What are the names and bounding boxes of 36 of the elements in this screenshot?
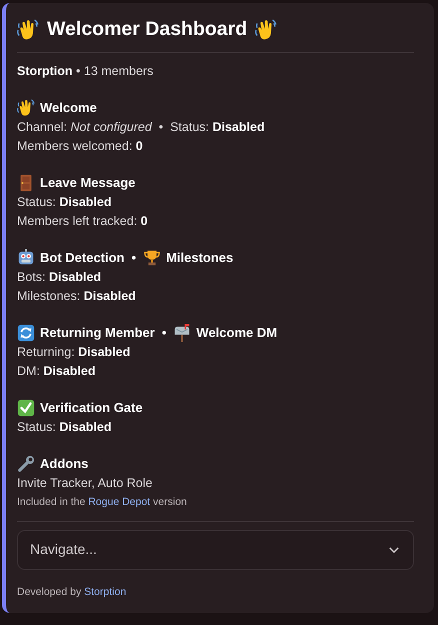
section-heading: Welcome DM [196, 324, 278, 342]
navigate-select[interactable]: Navigate... [17, 530, 414, 570]
separator-dot: • [162, 324, 166, 342]
robot-icon [17, 249, 35, 267]
section-heading: Verification Gate [40, 399, 143, 418]
trophy-icon [143, 249, 162, 267]
info-line: Bots: Disabled [17, 269, 102, 286]
waving-hand-icon [17, 18, 39, 41]
section-heading: Welcome [40, 99, 97, 118]
info-line: Channel: Not configured • Status: Disabled [17, 119, 266, 136]
refresh-icon [17, 324, 35, 342]
section-heading: Milestones [166, 249, 234, 268]
info-line: Members left tracked: 0 [17, 213, 149, 230]
section-heading: Leave Message [40, 174, 136, 192]
waving-hand-icon [255, 18, 278, 41]
section-heading: Returning Member [40, 324, 155, 342]
version-note: Included in the Rogue Depot version [17, 495, 188, 510]
checkmark-icon [17, 399, 35, 417]
developer-link[interactable]: Storption [84, 586, 126, 598]
server-summary: Storption • 13 members [17, 63, 154, 80]
wrench-icon [17, 455, 35, 473]
waving-hand-icon [17, 99, 35, 117]
info-line: Milestones: Disabled [17, 288, 137, 305]
section-heading: Bot Detection [40, 249, 124, 268]
developer-credit: Developed by Storption [17, 584, 128, 600]
info-line: Members welcomed: 0 [17, 138, 144, 155]
separator-dot: • [132, 249, 136, 268]
info-line: Invite Tracker, Auto Role [17, 475, 154, 492]
info-line: DM: Disabled [17, 363, 96, 380]
mailbox-icon [173, 324, 192, 342]
dashboard-title: Welcomer Dashboard [47, 17, 248, 42]
info-line: Status: Disabled [17, 419, 112, 436]
rogue-depot-link[interactable]: Rogue Depot [88, 496, 150, 508]
info-line: Status: Disabled [17, 194, 112, 211]
info-line: Returning: Disabled [17, 344, 132, 361]
section-heading: Addons [40, 455, 88, 474]
